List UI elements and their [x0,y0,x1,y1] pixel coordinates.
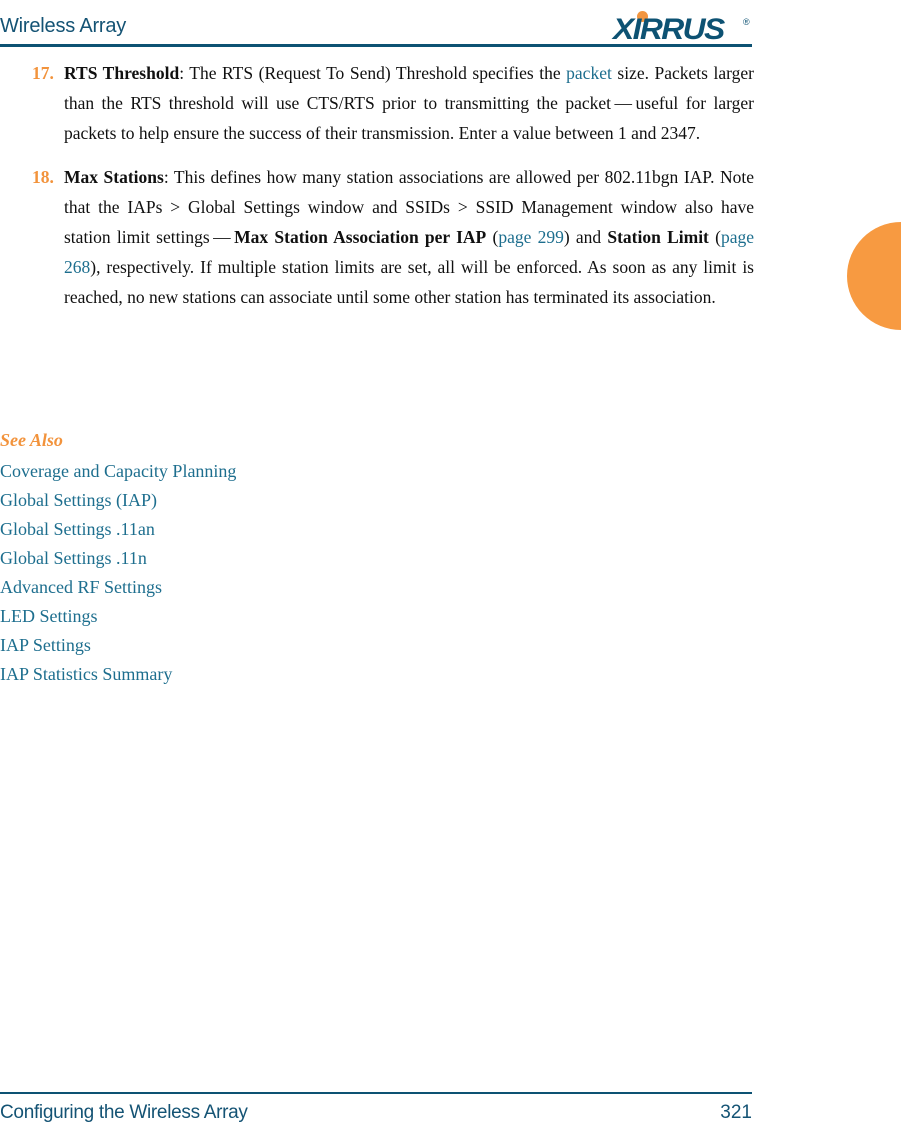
registered-trademark-icon: ® [743,17,750,27]
list-item-number: 18. [32,167,54,187]
see-also-link-global-settings-11an[interactable]: Global Settings .11an [0,519,155,539]
see-also-link-iap-statistics-summary[interactable]: IAP Statistics Summary [0,664,172,684]
list-item: 17. RTS Threshold: The RTS (Request To S… [0,58,760,148]
packet-link[interactable]: packet [566,63,612,83]
see-also-link-global-settings-11n[interactable]: Global Settings .11n [0,548,147,568]
body-text-segment: : The RTS (Request To Send) Threshold sp… [179,63,567,83]
see-also-link-global-settings-iap[interactable]: Global Settings (IAP) [0,490,157,510]
see-also-link-led-settings[interactable]: LED Settings [0,606,98,626]
body-text-segment: ( [486,227,499,247]
document-page: Wireless Array XIRRUS ® 17. RTS Threshol… [0,0,901,1137]
logo-wordmark: XIRRUS [613,13,725,46]
list-item-number: 17. [32,63,54,83]
term-label: Station Limit [607,227,709,247]
footer-page-number: 321 [720,1102,752,1123]
list-item: Global Settings (IAP) [0,486,600,515]
see-also-link-advanced-rf-settings[interactable]: Advanced RF Settings [0,577,162,597]
list-item: Advanced RF Settings [0,573,600,602]
page-header: Wireless Array XIRRUS ® [0,0,901,48]
term-label: Max Stations [64,167,164,187]
see-also-list: Coverage and Capacity Planning Global Se… [0,457,600,689]
list-item-body: RTS Threshold: The RTS (Request To Send)… [64,58,754,148]
list-item: 18. Max Stations: This defines how many … [0,162,760,312]
footer-divider [0,1092,752,1094]
see-also-heading: See Also [0,430,63,450]
body-text-segment: ( [708,227,721,247]
list-item: IAP Statistics Summary [0,660,600,689]
see-also-link-coverage-and-capacity-planning[interactable]: Coverage and Capacity Planning [0,461,236,481]
xirrus-logo: XIRRUS ® [613,7,758,46]
list-item-body: Max Stations: This defines how many stat… [64,162,754,312]
page-299-link[interactable]: page 299 [498,227,564,247]
term-label: Max Station Association per IAP [234,227,487,247]
chapter-thumb-tab [847,222,901,330]
body-text-segment: ) and [563,227,608,247]
see-also-section: See Also Coverage and Capacity Planning … [0,427,600,689]
term-label: RTS Threshold [64,63,180,83]
header-title: Wireless Array [0,15,127,37]
list-item: Coverage and Capacity Planning [0,457,600,486]
header-divider [0,44,752,47]
list-item: IAP Settings [0,631,600,660]
body-text-segment: ), respectively. If multiple station lim… [64,257,754,307]
page-footer: Configuring the Wireless Array 321 [0,1092,901,1137]
body-content: 17. RTS Threshold: The RTS (Request To S… [0,58,760,326]
list-item: LED Settings [0,602,600,631]
list-item: Global Settings .11n [0,544,600,573]
list-item: Global Settings .11an [0,515,600,544]
see-also-link-iap-settings[interactable]: IAP Settings [0,635,91,655]
